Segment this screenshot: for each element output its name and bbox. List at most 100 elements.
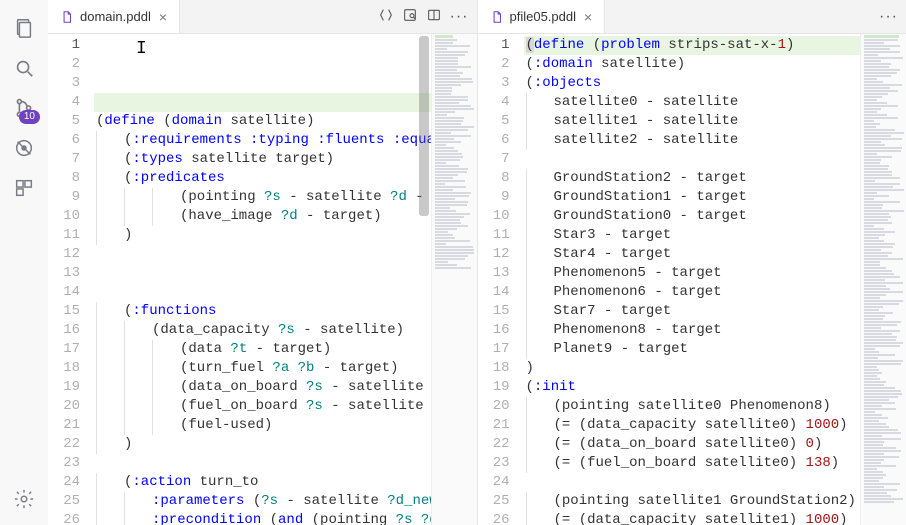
code-line[interactable]: (pointing satellite1 GroundStation2): [524, 492, 906, 511]
extensions-icon[interactable]: [0, 168, 48, 208]
editor-body-left[interactable]: 1234567891011121314151617181920212223242…: [48, 34, 477, 525]
code-line[interactable]: (= (data_capacity satellite1) 1000): [524, 511, 906, 525]
scrollbar[interactable]: [419, 34, 431, 525]
source-control-icon[interactable]: 10: [0, 88, 48, 128]
code-line[interactable]: (= (data_on_board satellite0) 0): [524, 435, 906, 454]
close-icon[interactable]: ×: [582, 10, 594, 24]
line-number: 21: [478, 416, 510, 435]
line-number: 3: [478, 74, 510, 93]
line-number: 17: [48, 340, 80, 359]
line-number: 5: [48, 112, 80, 131]
code-line[interactable]: GroundStation1 - target: [524, 188, 906, 207]
code-line[interactable]: (:objects: [524, 74, 906, 93]
line-number: 22: [478, 435, 510, 454]
tab-bar-right: pfile05.pddl × ···: [478, 0, 906, 34]
code-line[interactable]: Star3 - target: [524, 226, 906, 245]
file-icon: [490, 10, 504, 24]
app-root: 10 domain.pddl ×: [0, 0, 906, 525]
code-line[interactable]: Phenomenon8 - target: [524, 321, 906, 340]
code-line[interactable]: GroundStation2 - target: [524, 169, 906, 188]
line-number: 13: [478, 264, 510, 283]
line-number: 18: [478, 359, 510, 378]
tab-label: domain.pddl: [80, 9, 151, 24]
code-line[interactable]: Planet9 - target: [524, 340, 906, 359]
line-number: 6: [478, 131, 510, 150]
explorer-icon[interactable]: [0, 8, 48, 48]
run-icon[interactable]: [0, 128, 48, 168]
settings-gear-icon[interactable]: [0, 479, 48, 519]
tab-domain-pddl[interactable]: domain.pddl ×: [48, 0, 180, 33]
code-line[interactable]: (:domain satellite): [524, 55, 906, 74]
code-line[interactable]: Phenomenon6 - target: [524, 283, 906, 302]
editor-group-right: pfile05.pddl × ··· 123456789101112131415…: [477, 0, 906, 525]
line-number: 25: [48, 492, 80, 511]
line-number: 15: [478, 302, 510, 321]
code-line[interactable]: GroundStation0 - target: [524, 207, 906, 226]
tab-actions-left: ···: [370, 0, 477, 33]
editor-groups: domain.pddl × ··· 1234567891011121314151…: [48, 0, 906, 525]
more-actions-icon[interactable]: ···: [450, 8, 469, 26]
line-number: 23: [478, 454, 510, 473]
line-gutter: 1234567891011121314151617181920212223242…: [48, 34, 94, 525]
open-preview-icon[interactable]: [402, 7, 418, 26]
line-number: 8: [48, 169, 80, 188]
line-number: 5: [478, 112, 510, 131]
file-icon: [60, 10, 74, 24]
editor-group-left: domain.pddl × ··· 1234567891011121314151…: [48, 0, 477, 525]
diff-icon[interactable]: [378, 7, 394, 26]
line-number: 19: [48, 378, 80, 397]
line-number: 1: [48, 36, 80, 55]
line-number: 3: [48, 74, 80, 93]
line-number: 20: [478, 397, 510, 416]
line-number: 2: [478, 55, 510, 74]
line-number: 17: [478, 340, 510, 359]
line-number: 9: [48, 188, 80, 207]
activity-bar: 10: [0, 0, 48, 525]
minimap[interactable]: [431, 34, 477, 525]
line-number: 10: [48, 207, 80, 226]
code-line[interactable]: satellite2 - satellite: [524, 131, 906, 150]
line-number: 11: [48, 226, 80, 245]
split-editor-icon[interactable]: [426, 7, 442, 26]
code-line[interactable]: (= (fuel_on_board satellite0) 138): [524, 454, 906, 473]
line-number: 14: [478, 283, 510, 302]
code-line[interactable]: satellite1 - satellite: [524, 112, 906, 131]
editor-body-right[interactable]: 1234567891011121314151617181920212223242…: [478, 34, 906, 525]
code-line[interactable]: ): [524, 359, 906, 378]
code-line[interactable]: [524, 150, 906, 169]
line-number: 21: [48, 416, 80, 435]
line-number: 10: [478, 207, 510, 226]
line-number: 7: [48, 150, 80, 169]
line-number: 9: [478, 188, 510, 207]
search-icon[interactable]: [0, 48, 48, 88]
tab-actions-right: ···: [871, 0, 906, 33]
code-line[interactable]: [524, 473, 906, 492]
code-line[interactable]: (= (data_capacity satellite0) 1000): [524, 416, 906, 435]
code-line[interactable]: Star4 - target: [524, 245, 906, 264]
more-actions-icon[interactable]: ···: [879, 8, 898, 26]
line-number: 16: [48, 321, 80, 340]
scrollbar-thumb[interactable]: [419, 36, 429, 216]
line-gutter: 1234567891011121314151617181920212223242…: [478, 34, 524, 525]
code-area[interactable]: (define (problem strips-sat-x-1)(:domain…: [524, 34, 906, 525]
line-number: 12: [478, 245, 510, 264]
line-number: 15: [48, 302, 80, 321]
line-number: 16: [478, 321, 510, 340]
tab-pfile05-pddl[interactable]: pfile05.pddl ×: [478, 0, 606, 33]
line-number: 6: [48, 131, 80, 150]
line-number: 25: [478, 492, 510, 511]
code-line[interactable]: (define (problem strips-sat-x-1): [524, 36, 906, 55]
close-icon[interactable]: ×: [157, 10, 169, 24]
line-number: 26: [478, 511, 510, 525]
code-line[interactable]: satellite0 - satellite: [524, 93, 906, 112]
line-number: 22: [48, 435, 80, 454]
line-number: 1: [478, 36, 510, 55]
code-line[interactable]: Phenomenon5 - target: [524, 264, 906, 283]
code-line[interactable]: Star7 - target: [524, 302, 906, 321]
tab-label: pfile05.pddl: [510, 9, 577, 24]
code-line[interactable]: (:init: [524, 378, 906, 397]
code-line[interactable]: (pointing satellite0 Phenomenon8): [524, 397, 906, 416]
minimap[interactable]: [860, 34, 906, 525]
line-number: 26: [48, 511, 80, 525]
line-number: 11: [478, 226, 510, 245]
